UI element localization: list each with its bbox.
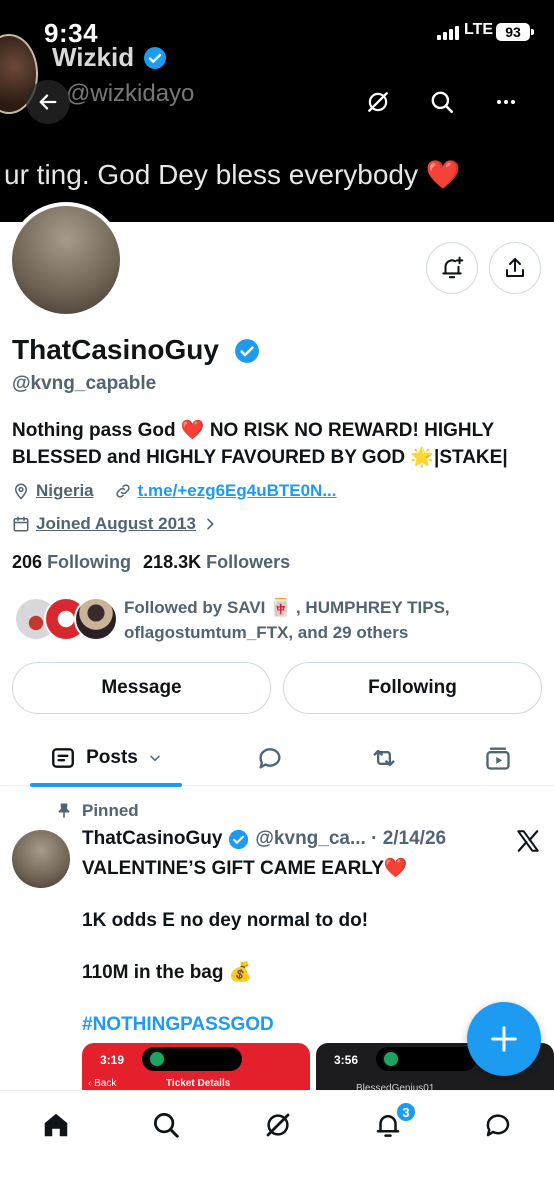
message-bubble-icon — [486, 1114, 510, 1137]
compose-button[interactable] — [467, 1002, 541, 1076]
tweet-body[interactable]: VALENTINE’S GIFT CAME EARLY❤️ 1K odds E … — [82, 855, 522, 1063]
profile-bio: Nothing pass God ❤️ NO RISK NO REWARD! H… — [12, 420, 508, 468]
tab-reposts[interactable] — [362, 730, 406, 786]
following-label: Following — [47, 552, 132, 572]
nav-grok[interactable] — [258, 1105, 298, 1145]
verified-badge-icon — [229, 829, 249, 849]
image-back-text: ‹ Back — [88, 1078, 117, 1089]
tab-posts[interactable]: Posts — [30, 730, 182, 787]
tweet-line: VALENTINE’S GIFT CAME EARLY❤️ — [82, 858, 408, 879]
location-pin-icon — [14, 483, 28, 500]
network-label: LTE — [464, 21, 494, 38]
more-options-button[interactable] — [484, 80, 528, 124]
more-dots-icon — [497, 100, 515, 104]
banner-tweet-text: ur ting. God Dey bless everybody ❤️ — [4, 159, 461, 190]
status-time: 9:34 — [44, 18, 99, 48]
grok-icon — [266, 1113, 290, 1137]
profile-tabs: Posts — [0, 730, 554, 787]
arrow-left-icon — [39, 94, 57, 110]
message-button[interactable]: Message — [12, 662, 271, 714]
tweet-line: 110M in the bag 💰 — [82, 962, 253, 983]
share-icon — [506, 258, 524, 277]
search-icon — [431, 91, 454, 114]
following-count: 206 — [12, 552, 43, 572]
grok-button[interactable] — [356, 80, 400, 124]
chevron-right-icon — [207, 518, 214, 530]
pinned-text: Pinned — [82, 801, 139, 820]
bell-plus-icon — [442, 256, 464, 279]
tweet-image[interactable]: 3:19 ‹ Back Ticket Details — [82, 1043, 310, 1093]
follow-counts: 206 Following 218.3K Followers — [12, 552, 290, 573]
image-time: 3:56 — [334, 1053, 359, 1067]
joined-date-text: Joined August 2013 — [36, 514, 196, 533]
tweet-author-name[interactable]: ThatCasinoGuy — [82, 828, 222, 850]
reply-bubble-icon — [259, 748, 281, 769]
battery-icon: 93 — [496, 23, 534, 41]
image-time: 3:19 — [100, 1053, 125, 1067]
grok-icon — [368, 92, 388, 112]
search-button[interactable] — [420, 80, 464, 124]
notifications-toggle-button[interactable] — [426, 242, 478, 294]
posts-icon — [52, 748, 75, 768]
tweet-hashtag[interactable]: #NOTHINGPASSGOD — [82, 1011, 522, 1038]
following-button[interactable]: Following — [283, 662, 542, 714]
image-title: Ticket Details — [166, 1078, 231, 1089]
verified-badge-icon[interactable] — [234, 338, 260, 364]
tweet-line: 1K odds E no dey normal to do! — [82, 910, 369, 931]
share-button[interactable] — [489, 242, 541, 294]
x-logo-icon[interactable] — [515, 828, 541, 854]
profile-handle: @kvng_capable — [12, 373, 157, 394]
tweet-header: ThatCasinoGuy @kvng_ca... · 2/14/26 — [82, 828, 446, 850]
tab-posts-label: Posts — [86, 747, 138, 768]
followed-by-avatars[interactable] — [14, 597, 118, 643]
app-dot-icon — [148, 1050, 166, 1068]
plus-icon — [491, 1026, 517, 1052]
home-icon — [44, 1113, 68, 1137]
tweet-handle-date: @kvng_ca... · 2/14/26 — [255, 828, 447, 849]
followers-label: Followers — [206, 552, 291, 572]
search-icon — [154, 1113, 179, 1138]
notification-badge: 3 — [395, 1101, 417, 1123]
followers-count: 218.3K — [143, 552, 202, 572]
tab-media[interactable] — [476, 730, 520, 786]
back-button[interactable] — [26, 80, 70, 124]
repost-icon — [373, 749, 395, 767]
tab-replies[interactable] — [248, 730, 292, 786]
pin-icon — [58, 803, 70, 818]
nav-home[interactable] — [36, 1105, 76, 1145]
pinned-label: Pinned — [56, 801, 139, 821]
following-link[interactable]: 206 Following — [12, 552, 131, 573]
display-name: ThatCasinoGuy — [12, 334, 219, 365]
location-text: Nigeria — [36, 481, 94, 500]
follower-avatar — [74, 597, 118, 641]
followed-by-text[interactable]: Followed by SAVI 🀄 , HUMPHREY TIPS, ofla… — [124, 595, 544, 645]
app-dot-icon — [382, 1050, 400, 1068]
nav-search[interactable] — [146, 1105, 186, 1145]
tweet-author-avatar[interactable] — [12, 830, 70, 888]
status-bar: 9:34 LTE 93 — [0, 0, 554, 62]
nav-messages[interactable] — [478, 1105, 518, 1145]
media-icon — [486, 747, 510, 770]
followers-link[interactable]: 218.3K Followers — [143, 552, 290, 573]
banner-handle: @wizkidayo — [66, 80, 195, 107]
joined-date-row[interactable]: Joined August 2013 — [12, 514, 218, 534]
calendar-icon — [13, 516, 29, 532]
avatar-photo — [12, 206, 120, 314]
profile-meta-row: Nigeria t.me/+ezg6Eg4uBTE0N... — [12, 481, 337, 501]
signal-icon — [437, 26, 459, 40]
website-link[interactable]: t.me/+ezg6Eg4uBTE0N... — [138, 481, 337, 501]
chevron-down-icon — [150, 755, 160, 762]
profile-avatar[interactable] — [8, 202, 124, 318]
bottom-navigation: 3 — [0, 1090, 554, 1200]
profile-banner[interactable]: Wizkid @wizkidayo ur ting. God Dey bless… — [0, 0, 554, 222]
link-icon — [116, 484, 130, 498]
